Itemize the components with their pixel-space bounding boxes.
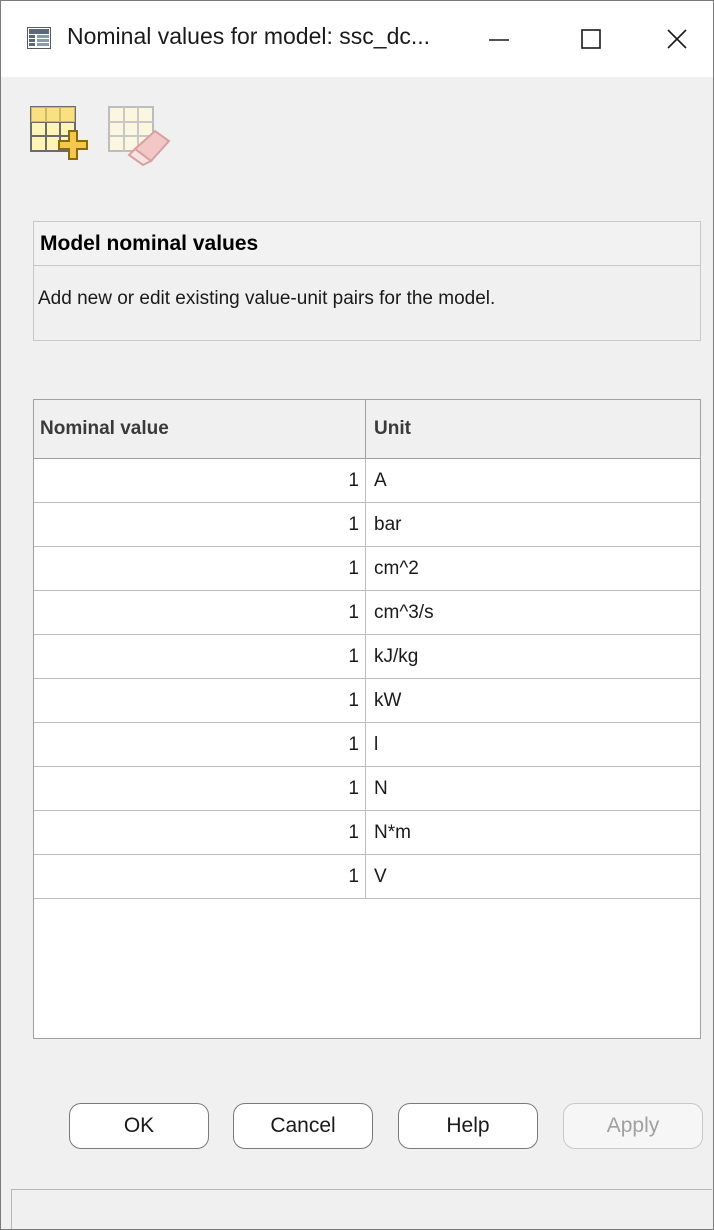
maximize-button[interactable]: [555, 1, 627, 77]
nominal-value-cell[interactable]: 1: [34, 767, 366, 810]
table-row[interactable]: 1 N*m: [34, 811, 700, 855]
nominal-value-cell[interactable]: 1: [34, 723, 366, 766]
info-panel: Model nominal values Add new or edit exi…: [33, 221, 701, 341]
nominal-value-cell[interactable]: 1: [34, 679, 366, 722]
nominal-value-cell[interactable]: 1: [34, 855, 366, 898]
unit-cell[interactable]: cm^2: [366, 547, 700, 590]
title-bar[interactable]: Nominal values for model: ssc_dc...: [1, 1, 713, 77]
dialog-window: Nominal values for model: ssc_dc... Mode…: [0, 0, 714, 1230]
table-row[interactable]: 1 cm^2: [34, 547, 700, 591]
unit-cell[interactable]: l: [366, 723, 700, 766]
help-button[interactable]: Help: [398, 1103, 538, 1149]
column-header-unit[interactable]: Unit: [366, 400, 700, 458]
table-row[interactable]: 1 kW: [34, 679, 700, 723]
ok-button[interactable]: OK: [69, 1103, 209, 1149]
unit-cell[interactable]: A: [366, 459, 700, 502]
nominal-value-cell[interactable]: 1: [34, 591, 366, 634]
add-row-icon: [30, 106, 88, 160]
unit-cell[interactable]: N: [366, 767, 700, 810]
nominal-value-cell[interactable]: 1: [34, 503, 366, 546]
table-row[interactable]: 1 kJ/kg: [34, 635, 700, 679]
minimize-icon: [489, 39, 509, 41]
unit-cell[interactable]: N*m: [366, 811, 700, 854]
column-header-nominal-value[interactable]: Nominal value: [34, 400, 366, 458]
cancel-button[interactable]: Cancel: [233, 1103, 373, 1149]
minimize-button[interactable]: [463, 1, 535, 77]
table-row[interactable]: 1 bar: [34, 503, 700, 547]
unit-cell[interactable]: V: [366, 855, 700, 898]
add-row-button[interactable]: [29, 105, 93, 169]
table-header: Nominal value Unit: [34, 400, 700, 459]
nominal-value-cell[interactable]: 1: [34, 459, 366, 502]
unit-cell[interactable]: kJ/kg: [366, 635, 700, 678]
close-button[interactable]: [641, 1, 713, 77]
apply-button[interactable]: Apply: [563, 1103, 703, 1149]
table-row[interactable]: 1 A: [34, 459, 700, 503]
info-heading: Model nominal values: [34, 222, 700, 266]
nominal-value-cell[interactable]: 1: [34, 635, 366, 678]
nominal-values-table: Nominal value Unit 1 A 1 bar 1 cm^2 1 cm…: [33, 399, 701, 1039]
table-row[interactable]: 1 cm^3/s: [34, 591, 700, 635]
info-description: Add new or edit existing value-unit pair…: [38, 288, 496, 309]
nominal-value-cell[interactable]: 1: [34, 811, 366, 854]
table-row[interactable]: 1 V: [34, 855, 700, 899]
delete-row-icon: [108, 106, 171, 167]
close-icon: [667, 29, 687, 49]
maximize-icon: [581, 29, 601, 49]
unit-cell[interactable]: kW: [366, 679, 700, 722]
table-row[interactable]: 1 l: [34, 723, 700, 767]
window-title: Nominal values for model: ssc_dc...: [67, 23, 431, 49]
delete-row-button[interactable]: [107, 105, 171, 169]
unit-cell[interactable]: cm^3/s: [366, 591, 700, 634]
table-icon: [27, 27, 51, 49]
unit-cell[interactable]: bar: [366, 503, 700, 546]
nominal-value-cell[interactable]: 1: [34, 547, 366, 590]
status-bar: [11, 1189, 712, 1229]
table-row[interactable]: 1 N: [34, 767, 700, 811]
